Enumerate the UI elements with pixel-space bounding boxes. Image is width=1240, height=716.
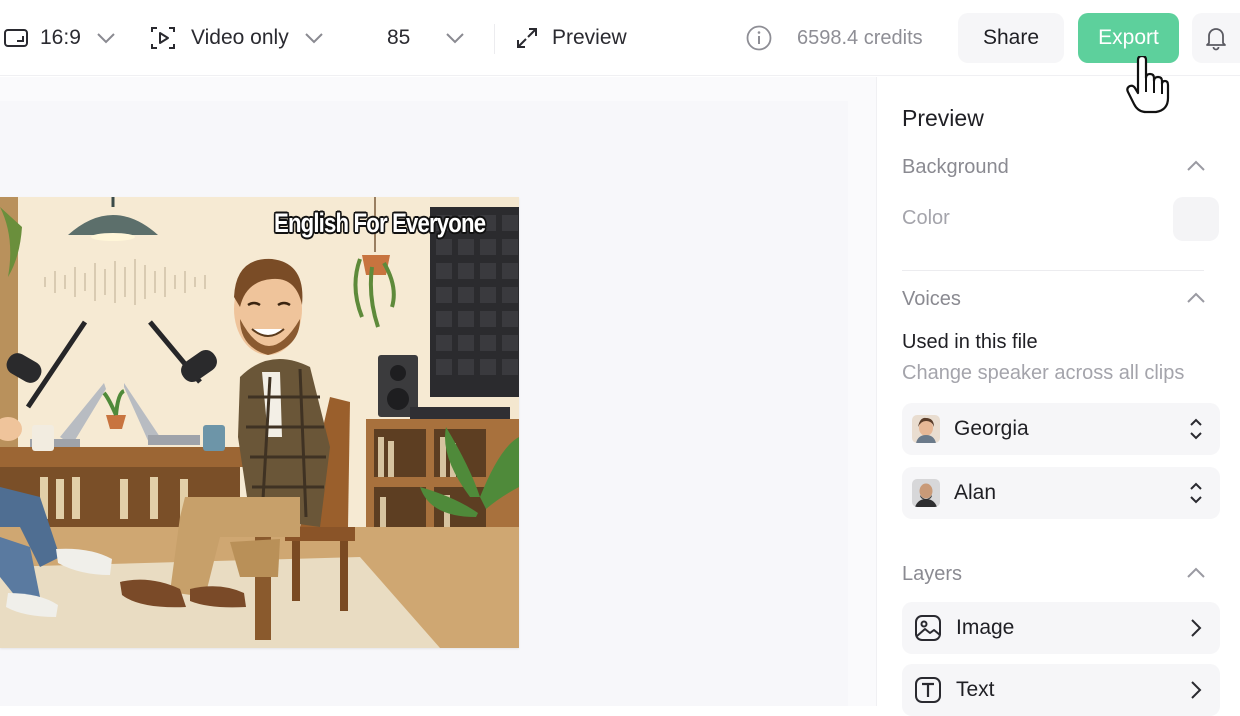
avatar (912, 479, 940, 507)
up-down-icon (1190, 418, 1202, 440)
preview-button[interactable]: Preview (514, 18, 627, 58)
layer-label: Text (956, 678, 995, 701)
used-in-file-subtitle: Change speaker across all clips (902, 362, 1185, 384)
video-title-overlay[interactable]: English For Everyone (274, 208, 486, 239)
up-down-icon (1190, 482, 1202, 504)
properties-panel: Preview Background Color Voices Used in … (876, 77, 1240, 716)
zoom-select[interactable]: 85 (387, 18, 466, 58)
panel-title: Preview (902, 105, 984, 131)
chevron-up-icon[interactable] (1185, 291, 1207, 305)
chevron-right-icon (1191, 681, 1202, 699)
preview-label: Preview (552, 26, 627, 49)
layer-item-text[interactable]: Text (902, 664, 1220, 716)
aspect-ratio-value: 16:9 (40, 26, 81, 49)
video-preview-frame[interactable] (0, 197, 519, 648)
background-section-heading[interactable]: Background (902, 156, 1009, 179)
hand-cursor-icon (1126, 56, 1170, 114)
zoom-value: 85 (387, 26, 411, 49)
chevron-right-icon (1191, 619, 1202, 637)
layers-section-heading[interactable]: Layers (902, 563, 962, 586)
speaker-name: Alan (954, 481, 997, 504)
video-mode-icon (151, 27, 175, 49)
image-layer-icon (915, 615, 941, 641)
bell-icon (1206, 28, 1226, 51)
layer-label: Image (956, 616, 1015, 639)
chevron-up-icon[interactable] (1185, 566, 1207, 580)
speaker-name: Georgia (954, 417, 1029, 440)
chevron-down-icon (304, 33, 323, 44)
credits-display: 6598.4 credits (745, 18, 923, 58)
top-toolbar: 16:9 Video only 85 Preview 6598.4 credit… (0, 0, 1240, 76)
share-button[interactable]: Share (958, 13, 1064, 63)
credits-value: 6598.4 credits (797, 26, 923, 49)
chevron-up-icon[interactable] (1185, 159, 1207, 173)
info-icon[interactable] (745, 24, 773, 52)
chevron-down-icon (97, 33, 115, 44)
notifications-button[interactable] (1192, 13, 1240, 63)
section-divider (902, 270, 1204, 271)
media-mode-select[interactable]: Video only (148, 18, 325, 58)
aspect-ratio-icon (4, 29, 28, 47)
avatar (912, 415, 940, 443)
aspect-ratio-select[interactable]: 16:9 (0, 18, 117, 58)
background-color-label: Color (902, 207, 950, 229)
background-color-swatch[interactable] (1173, 197, 1219, 241)
media-mode-value: Video only (191, 26, 289, 49)
speaker-select-alan[interactable]: Alan (902, 467, 1220, 519)
voices-section-heading[interactable]: Voices (902, 288, 961, 311)
text-layer-icon (915, 677, 941, 703)
chevron-down-icon (446, 33, 465, 44)
speaker-select-georgia[interactable]: Georgia (902, 403, 1220, 455)
podcast-scene-image (0, 197, 519, 648)
used-in-file-label: Used in this file (902, 331, 1038, 353)
layer-item-image[interactable]: Image (902, 602, 1220, 654)
expand-icon (517, 28, 537, 48)
toolbar-divider (494, 24, 495, 54)
